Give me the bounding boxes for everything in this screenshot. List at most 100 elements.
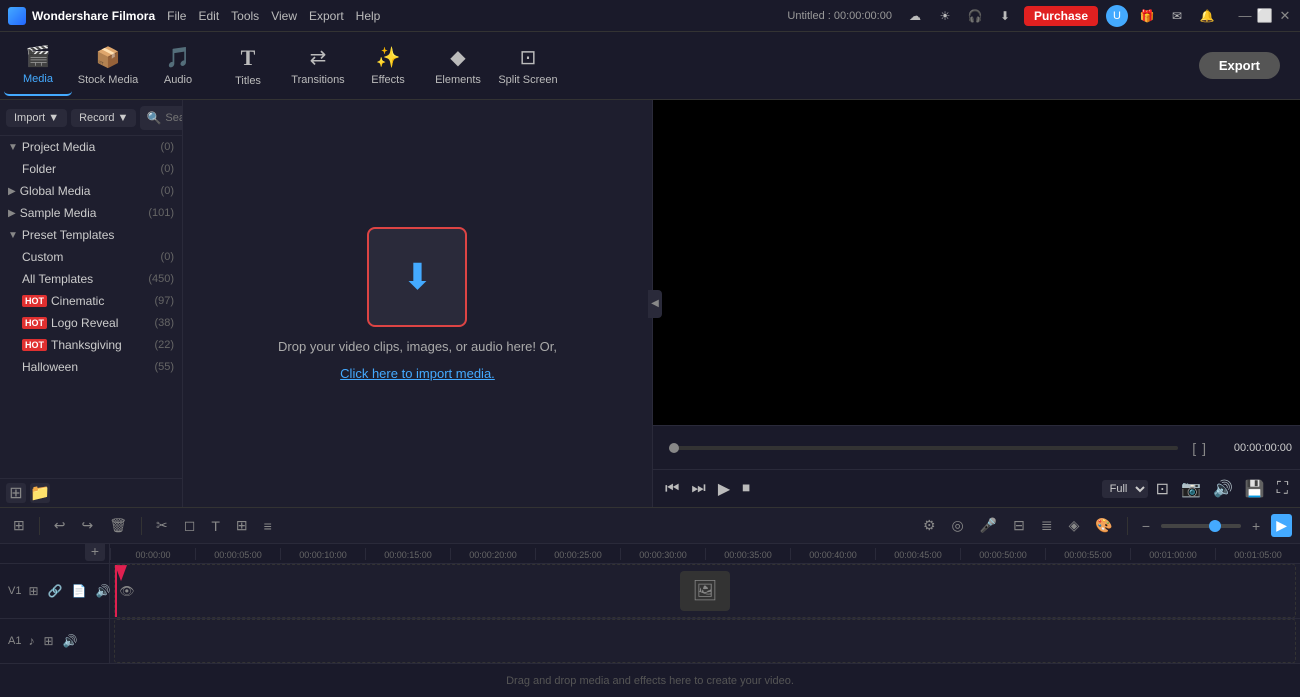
video-track-content[interactable]: 🖼 bbox=[114, 564, 1296, 618]
sidebar-item-logo-reveal[interactable]: HOT Logo Reveal (38) bbox=[0, 312, 182, 334]
motion-track[interactable]: ◈ bbox=[1064, 514, 1085, 537]
toolbar: 🎬 Media 📦 Stock Media 🎵 Audio T Titles ⇄… bbox=[0, 32, 1300, 100]
expand-button[interactable]: ▶ bbox=[1271, 514, 1292, 537]
cut-button[interactable]: ✂ bbox=[151, 514, 173, 537]
quality-select[interactable]: Full bbox=[1102, 480, 1148, 498]
audio-preview-button[interactable]: 🔊 bbox=[1209, 477, 1237, 501]
menu-export[interactable]: Export bbox=[309, 9, 344, 23]
download-icon: ⬇ bbox=[402, 256, 432, 298]
sun-icon[interactable]: ☀ bbox=[934, 5, 956, 27]
sidebar-item-label: Halloween bbox=[22, 360, 154, 374]
menu-tools[interactable]: Tools bbox=[231, 9, 259, 23]
redo-button[interactable]: ↪ bbox=[76, 514, 98, 537]
record-button[interactable]: Record ▼ bbox=[71, 109, 136, 127]
notification-icon[interactable]: 🔔 bbox=[1196, 5, 1218, 27]
minimize-button[interactable]: — bbox=[1238, 9, 1252, 23]
zoom-out-button[interactable]: − bbox=[1137, 515, 1155, 537]
profile-icon[interactable]: U bbox=[1106, 5, 1128, 27]
save-frame-button[interactable]: 💾 bbox=[1241, 477, 1269, 501]
settings-icon[interactable]: ⚙ bbox=[918, 514, 941, 537]
split-button[interactable]: ⊞ bbox=[231, 514, 253, 537]
add-folder-button[interactable]: ⊞ bbox=[6, 483, 26, 503]
color-button[interactable]: 🎨 bbox=[1090, 514, 1117, 537]
skip-start-button[interactable]: ⏮ bbox=[661, 478, 683, 500]
track-mute-button[interactable]: 🔊 bbox=[92, 583, 113, 599]
add-item-button[interactable]: 📁 bbox=[30, 483, 50, 503]
tool-stock-media[interactable]: 📦 Stock Media bbox=[74, 36, 142, 96]
sidebar-item-global-media[interactable]: ▶ Global Media (0) bbox=[0, 180, 182, 202]
track-add-audio[interactable]: ⊞ bbox=[40, 633, 56, 649]
sidebar-item-sample-media[interactable]: ▶ Sample Media (101) bbox=[0, 202, 182, 224]
message-icon[interactable]: ✉ bbox=[1166, 5, 1188, 27]
headset-icon[interactable]: 🎧 bbox=[964, 5, 986, 27]
adjust-button[interactable]: ⊟ bbox=[1008, 514, 1030, 537]
add-video-track[interactable]: + bbox=[85, 544, 105, 561]
tool-elements[interactable]: ◆ Elements bbox=[424, 36, 492, 96]
drop-area: ⬇ Drop your video clips, images, or audi… bbox=[278, 227, 557, 381]
tool-titles[interactable]: T Titles bbox=[214, 36, 282, 96]
sidebar-item-thanksgiving[interactable]: HOT Thanksgiving (22) bbox=[0, 334, 182, 356]
text-tool[interactable]: T bbox=[206, 515, 225, 537]
import-button[interactable]: Import ▼ bbox=[6, 109, 67, 127]
track-volume-button[interactable]: 🔊 bbox=[60, 633, 81, 649]
sidebar-item-cinematic[interactable]: HOT Cinematic (97) bbox=[0, 290, 182, 312]
tool-audio[interactable]: 🎵 Audio bbox=[144, 36, 212, 96]
empty-timeline-text: Drag and drop media and effects here to … bbox=[506, 675, 794, 687]
marker-button[interactable]: ◎ bbox=[947, 514, 969, 537]
download-icon[interactable]: ⬇ bbox=[994, 5, 1016, 27]
bracket-left[interactable]: [ bbox=[1192, 440, 1196, 456]
delete-button[interactable]: 🗑 bbox=[104, 514, 132, 537]
tool-split-screen[interactable]: ⊡ Split Screen bbox=[494, 36, 562, 96]
sidebar-item-project-media[interactable]: ▼ Project Media (0) bbox=[0, 136, 182, 158]
silence-detect[interactable]: ≡ bbox=[259, 515, 277, 537]
gift-icon[interactable]: 🎁 bbox=[1136, 5, 1158, 27]
sidebar-item-custom[interactable]: Custom (0) bbox=[0, 246, 182, 268]
copy-button[interactable]: ◻ bbox=[179, 514, 201, 537]
project-title: Untitled : 00:00:00:00 bbox=[787, 10, 892, 22]
tool-transitions[interactable]: ⇄ Transitions bbox=[284, 36, 352, 96]
stop-button[interactable]: ⏹ bbox=[738, 478, 754, 500]
sidebar-item-label: Thanksgiving bbox=[51, 338, 154, 352]
import-link[interactable]: Click here to import media. bbox=[340, 366, 495, 381]
seek-bar[interactable] bbox=[669, 446, 1178, 450]
maximize-button[interactable]: ⬜ bbox=[1258, 9, 1272, 23]
track-music-icon[interactable]: ♪ bbox=[25, 633, 37, 649]
scene-detect-button[interactable]: ⊞ bbox=[8, 514, 30, 537]
track-add-button[interactable]: ⊞ bbox=[25, 583, 41, 599]
search-input[interactable] bbox=[165, 112, 183, 124]
zoom-in-button[interactable]: + bbox=[1247, 515, 1265, 537]
track-link-button[interactable]: 🔗 bbox=[45, 583, 66, 599]
voice-button[interactable]: 🎤 bbox=[975, 514, 1002, 537]
menu-help[interactable]: Help bbox=[356, 9, 381, 23]
fit-screen-button[interactable]: ⊡ bbox=[1152, 477, 1173, 501]
snapshot-button[interactable]: 📷 bbox=[1177, 477, 1205, 501]
fullscreen-button[interactable]: ⛶ bbox=[1273, 477, 1292, 501]
sidebar-item-halloween[interactable]: Halloween (55) bbox=[0, 356, 182, 378]
play-button[interactable]: ▶ bbox=[714, 477, 734, 501]
sidebar-item-all-templates[interactable]: All Templates (450) bbox=[0, 268, 182, 290]
audio-track-content[interactable] bbox=[114, 619, 1296, 664]
menu-edit[interactable]: Edit bbox=[198, 9, 219, 23]
sidebar-collapse-btn[interactable]: ◀ bbox=[648, 290, 662, 318]
zoom-slider[interactable] bbox=[1161, 524, 1241, 528]
menu-bar: File Edit Tools View Export Help bbox=[167, 9, 380, 23]
tool-effects[interactable]: ✨ Effects bbox=[354, 36, 422, 96]
snap-button[interactable]: ≣ bbox=[1036, 514, 1058, 537]
cloud-icon[interactable]: ☁ bbox=[904, 5, 926, 27]
step-back-button[interactable]: ⏭ bbox=[687, 478, 709, 500]
menu-view[interactable]: View bbox=[271, 9, 297, 23]
record-dropdown-icon: ▼ bbox=[118, 112, 129, 124]
close-button[interactable]: ✕ bbox=[1278, 9, 1292, 23]
purchase-button[interactable]: Purchase bbox=[1024, 6, 1098, 26]
track-lock-button[interactable]: 📄 bbox=[68, 583, 89, 599]
menu-file[interactable]: File bbox=[167, 9, 186, 23]
bracket-right[interactable]: ] bbox=[1202, 440, 1206, 456]
tool-media[interactable]: 🎬 Media bbox=[4, 36, 72, 96]
export-button[interactable]: Export bbox=[1199, 52, 1280, 79]
media-drop-area[interactable]: ◀ ⬇ Drop your video clips, images, or au… bbox=[183, 100, 652, 507]
sidebar-item-preset-templates[interactable]: ▼ Preset Templates bbox=[0, 224, 182, 246]
undo-button[interactable]: ↩ bbox=[49, 514, 71, 537]
search-bar[interactable]: 🔍 bbox=[140, 106, 183, 130]
sidebar-item-folder[interactable]: Folder (0) bbox=[0, 158, 182, 180]
drop-box: ⬇ bbox=[367, 227, 467, 327]
